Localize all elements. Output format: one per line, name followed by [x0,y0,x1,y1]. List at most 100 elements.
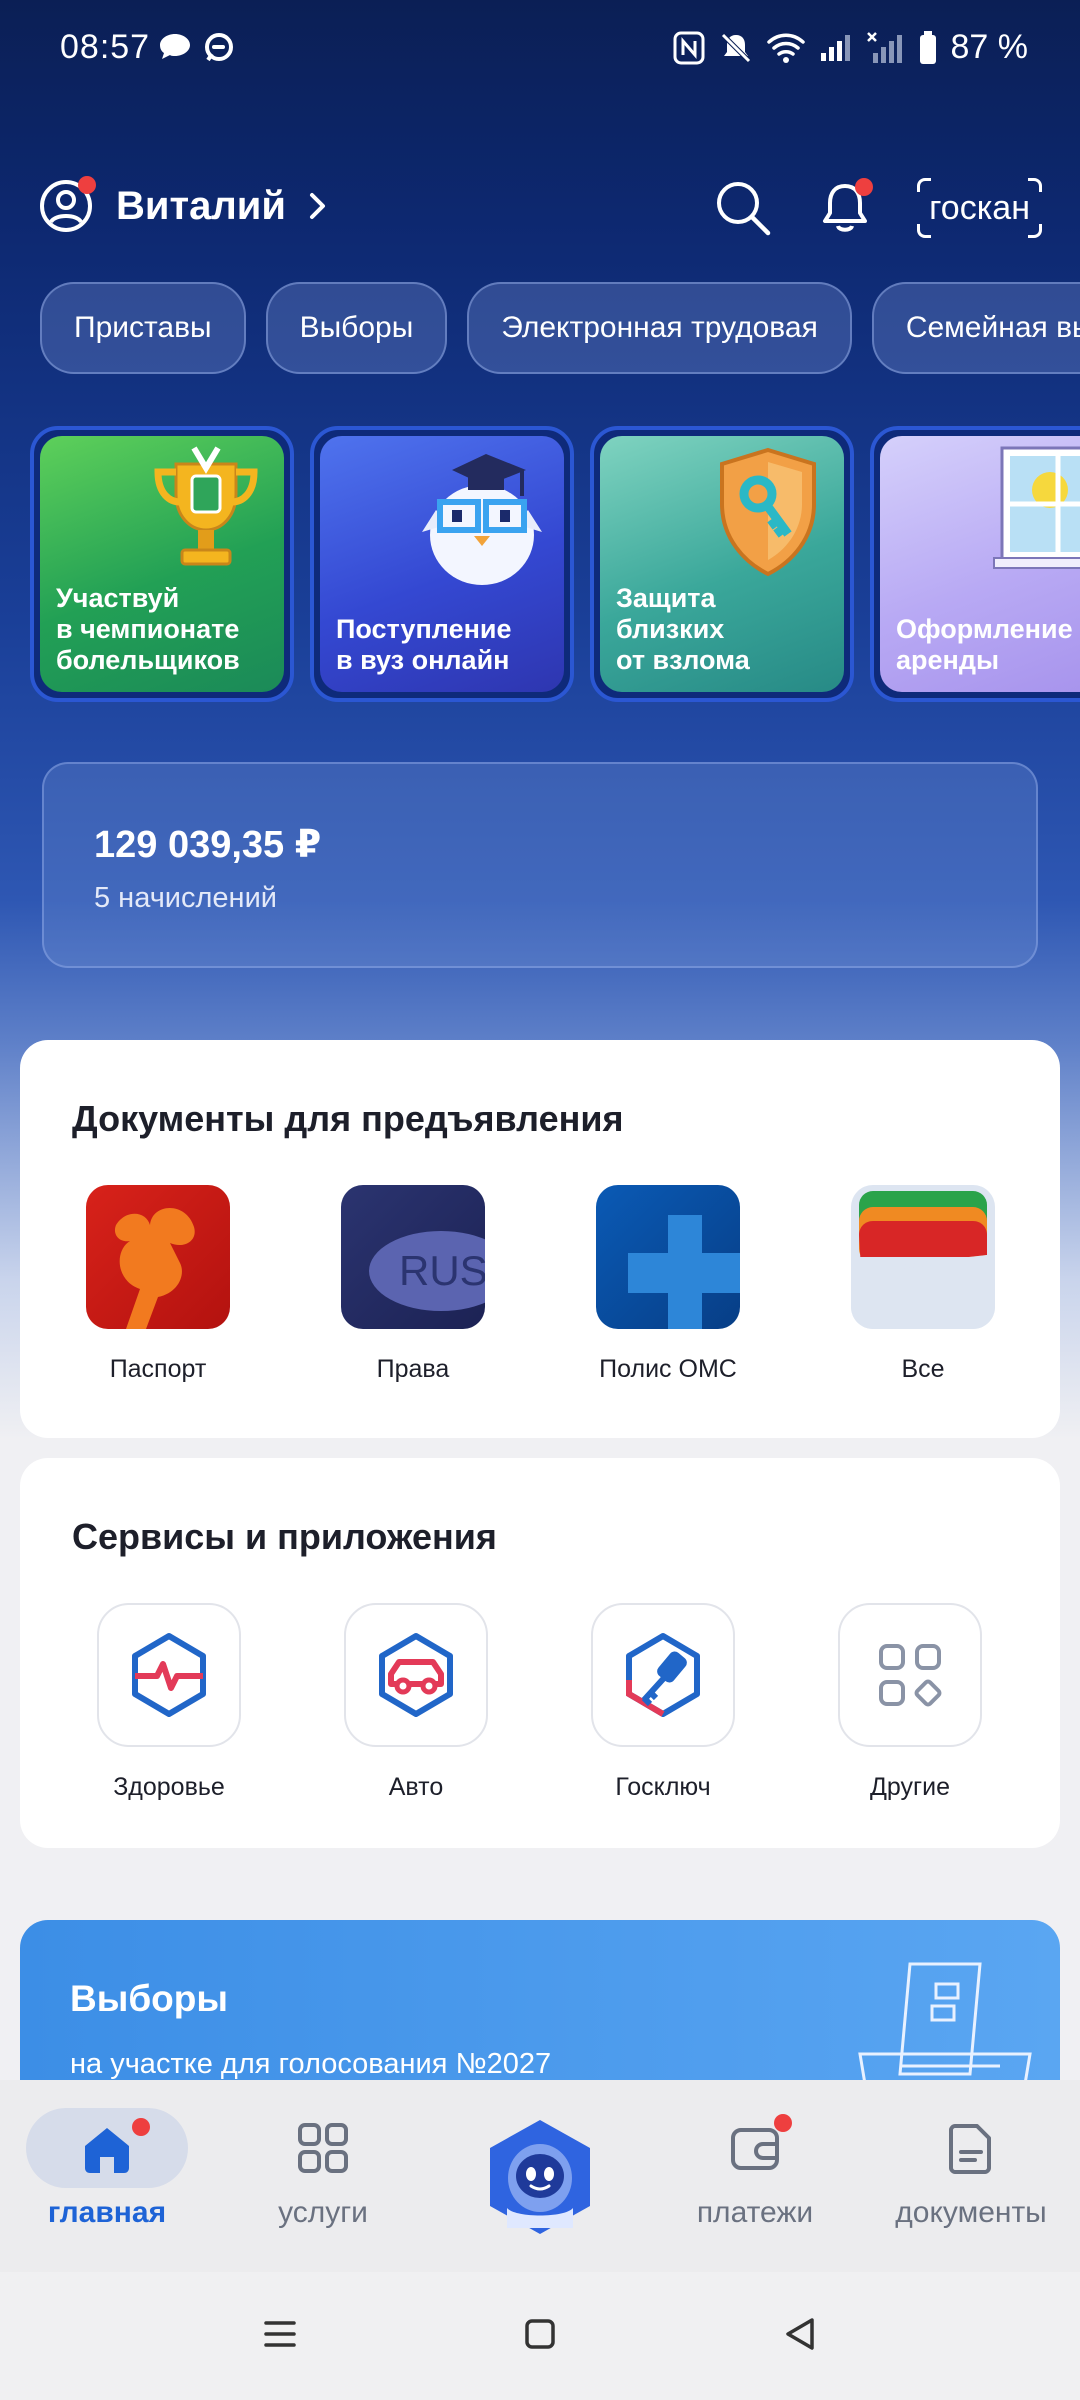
service-other[interactable]: Другие [810,1603,1010,1802]
battery-icon [919,30,936,64]
notifications-button[interactable] [815,178,875,238]
status-notification-icons [158,32,236,64]
document-all[interactable]: Все [823,1185,1023,1384]
charges-amount: 129 039,35 ₽ [94,824,322,866]
message-circle-icon [205,33,233,62]
oms-icon [596,1185,740,1329]
recent-apps-icon[interactable] [262,2316,298,2352]
services-card: Сервисы и приложения Здоровье Авто Госкл… [20,1458,1060,1848]
user-avatar-icon [38,176,96,234]
passport-icon [86,1185,230,1329]
scan-corner [1028,178,1042,192]
services-grid-icon [298,2123,348,2173]
charges-card[interactable]: 129 039,35 ₽ 5 начислений [42,762,1038,968]
chevron-right-icon [309,193,325,219]
document-label: Полис ОМС [599,1355,737,1383]
nav-label: услуги [278,2196,368,2229]
promo-card-rent[interactable]: Оформление аренды [870,426,1080,702]
home-notification-dot [132,2118,150,2136]
window-icon [993,446,1080,569]
document-license[interactable]: RUS Права [313,1185,513,1384]
trophy-icon [154,446,258,566]
service-goskey[interactable]: Госключ [563,1603,763,1802]
search-icon [717,182,771,236]
nav-label: главная [47,2196,167,2229]
key-icon [591,1603,735,1747]
nfc-icon [673,31,704,64]
status-time: 08:57 [60,28,151,66]
goscan-button[interactable]: госкан [917,178,1042,238]
nav-home[interactable]: главная [22,2108,192,2230]
service-label: Авто [388,1773,444,1801]
elections-title: Выборы [70,1978,228,2019]
promo-card-university[interactable]: Поступление в вуз онлайн [310,426,574,702]
nav-assistant[interactable] [487,2118,593,2236]
license-icon: RUS [341,1185,485,1329]
nav-label: документы [895,2196,1047,2229]
profile-button[interactable]: Виталий [38,176,328,234]
scan-corner [917,178,932,192]
service-label: Госключ [615,1773,711,1801]
chat-bubble-icon [160,34,190,59]
battery-percent: 87 % [950,28,1029,66]
nav-label: платежи [696,2196,814,2229]
promo-card-protection[interactable]: Защита близких от взлома [590,426,854,702]
payments-notification-dot [774,2114,792,2132]
status-system-icons: 87 % [673,28,1029,67]
notification-dot [855,178,874,196]
search-button[interactable] [713,178,773,238]
status-bar: 08:57 87 % [0,0,1080,100]
charges-count: 5 начислений [94,882,277,914]
document-label: Все [901,1355,945,1383]
chip-elections[interactable]: Выборы [265,282,448,374]
promo-text: Оформление аренды [896,614,1073,675]
nav-documents[interactable]: документы [886,2108,1056,2230]
promo-text: Участвуй в чемпионате болельщиков [56,583,240,675]
shield-key-icon [720,447,816,577]
promo-card-championship[interactable]: Участвуй в чемпионате болельщиков [30,426,294,702]
service-auto[interactable]: Авто [316,1603,516,1802]
grid-icon [838,1603,982,1747]
quick-chips: Приставы Выборы Электронная трудовая Сем… [40,282,1080,374]
goscan-label: госкан [929,188,1030,227]
car-icon [344,1603,488,1747]
nav-payments[interactable]: платежи [670,2108,840,2230]
health-icon [97,1603,241,1747]
wallet-icon [731,2128,779,2170]
chip-bailiffs[interactable]: Приставы [40,282,246,374]
user-name: Виталий [116,183,286,228]
signal-icon [820,34,850,61]
all-documents-icon [851,1185,995,1329]
signal-no-service-icon [866,31,902,63]
documents-card: Документы для предъявления Паспорт RUS П… [20,1040,1060,1438]
document-passport[interactable]: Паспорт [58,1185,258,1384]
service-label: Другие [869,1773,951,1801]
scan-corner [1028,224,1042,238]
license-plate-text: RUS [399,1247,485,1294]
promo-text: Поступление в вуз онлайн [336,614,512,675]
document-icon [949,2124,991,2174]
profile-notification-dot [78,176,96,194]
document-label: Паспорт [109,1355,207,1383]
owl-graduate-icon [422,454,542,585]
wifi-icon [766,33,805,63]
system-navigation-bar [0,2272,1080,2400]
home-icon [85,2128,129,2173]
elections-subtitle: на участке для голосования №2027 [70,2048,552,2080]
home-button-icon[interactable] [522,2316,558,2352]
service-health[interactable]: Здоровье [69,1603,269,1802]
app-header: Виталий госкан [38,176,1042,248]
documents-title: Документы для предъявления [72,1098,624,1139]
promo-text: Защита близких от взлома [616,583,750,675]
service-label: Здоровье [113,1773,225,1801]
services-title: Сервисы и приложения [72,1516,497,1557]
promo-carousel: Участвуй в чемпионате болельщиков Поступ… [30,426,1080,702]
document-oms[interactable]: Полис ОМС [568,1185,768,1384]
chip-electronic-workbook[interactable]: Электронная трудовая [467,282,852,374]
mute-bell-icon [720,32,751,63]
document-label: Права [376,1355,450,1383]
nav-services[interactable]: услуги [238,2108,408,2230]
chip-family[interactable]: Семейная вы [871,282,1080,374]
assistant-robot-icon [490,2120,590,2234]
back-icon[interactable] [782,2316,818,2352]
